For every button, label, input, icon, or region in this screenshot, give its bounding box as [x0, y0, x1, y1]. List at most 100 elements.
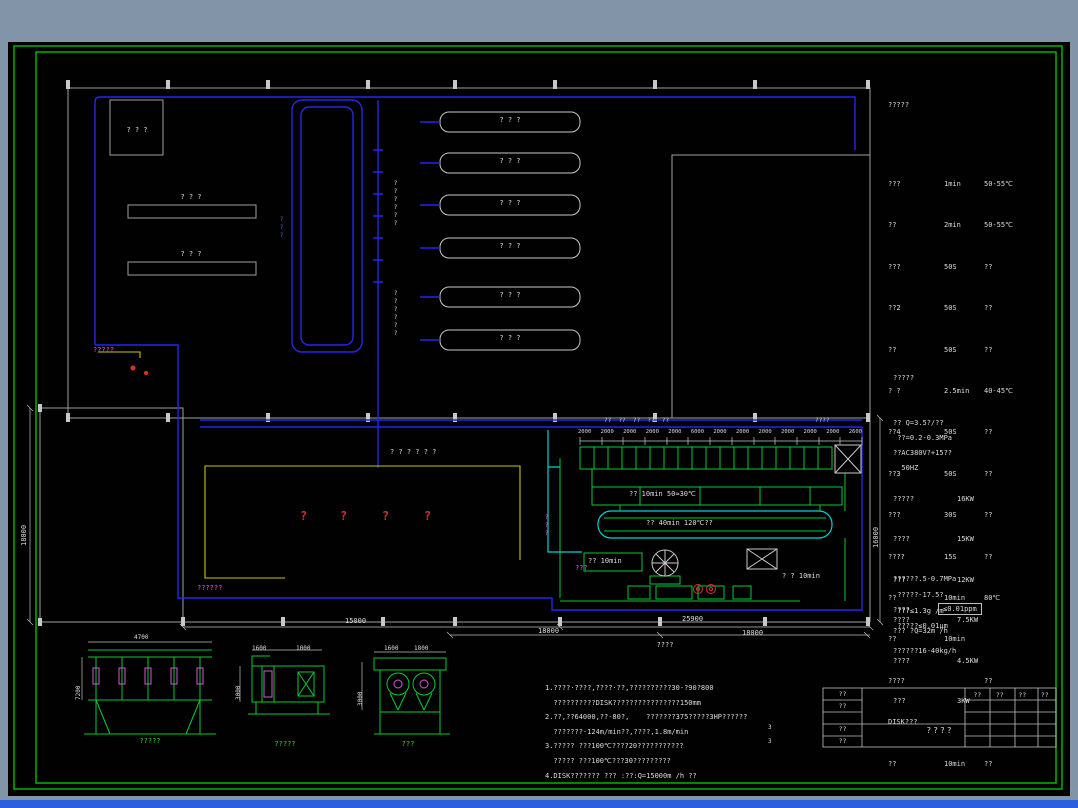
power-value: 12KW	[957, 575, 974, 584]
process-step-temp: 80℃	[984, 594, 1001, 603]
process-step-temp: ??	[984, 676, 993, 685]
segment-dim: 2000	[735, 429, 750, 435]
pink-drain-label: ???	[575, 564, 588, 572]
rack-label-2: ? ? ?	[180, 250, 202, 258]
process-step-name: ??2	[888, 304, 901, 313]
detail-magenta-parts	[92, 667, 429, 698]
note-superscript-b: 3	[768, 738, 772, 745]
detail2-top-dim-2: 1000	[296, 645, 311, 652]
segment-dim: 2000	[645, 429, 659, 435]
process-step-time: 2min	[944, 221, 961, 230]
title-block-top-cell: ??	[1018, 691, 1027, 699]
notes-lines: 1.????·????,????·??,??????????30-?90?800…	[545, 654, 747, 783]
segment-dim: 2000	[758, 429, 772, 435]
detail2-left-dim: 3000	[235, 685, 242, 700]
power-value: 7.5KW	[957, 616, 979, 625]
note-line: 4.DISK??????? ??? :??:Q=15000m /h ??	[545, 771, 697, 780]
process-step-time: 10min	[944, 759, 966, 768]
power-value: 15KW	[957, 535, 974, 544]
note-line: ??????????DISK????????????????150mm	[545, 698, 701, 707]
process-table-row: ??? 50S ??	[888, 260, 1013, 274]
process-table-row: ??? 1min 50-55℃	[888, 177, 1013, 191]
purity-label: ????	[893, 606, 910, 614]
tank-label: ? ? ?	[499, 199, 521, 207]
process-table-row: ?? 10min ??	[888, 757, 1013, 771]
red-markers	[130, 365, 716, 594]
process-step-temp: ??	[984, 552, 993, 561]
stage-end-label: ? ? 10min	[782, 572, 820, 580]
yellow-conveyor-path	[98, 351, 521, 579]
process-step-name: ??	[888, 759, 897, 768]
tank-label: ? ? ?	[499, 242, 521, 250]
question-marker: ?	[340, 509, 348, 523]
detail3-label: ???	[401, 740, 415, 748]
detail1-label: ?????	[139, 737, 161, 745]
pink-pump-label: ???	[543, 514, 550, 538]
note-line: 1.????·????,????·??,??????????30-?90?800	[545, 684, 714, 692]
power-name: ?????	[893, 495, 915, 503]
dim-bottom-25900: 25900	[682, 615, 704, 623]
dimension-lines	[26, 404, 884, 710]
process-step-time: 50S	[944, 262, 957, 271]
flow-spec-line: ??? ?Q=32m /h	[893, 627, 948, 635]
pipe-riser-label-2: ??????	[392, 290, 399, 338]
dim-left-vertical: 18000	[20, 524, 28, 546]
note-line: 2.??,??64000,??-80?, ???????375?????3HP?…	[545, 713, 748, 722]
power-row: ????? 16KW	[893, 493, 978, 506]
dim-right-vertical: 16000	[872, 526, 880, 548]
comb-ticks	[579, 437, 863, 445]
segment-dim: 2000	[600, 429, 614, 435]
tank-label: ? ? ?	[499, 291, 521, 299]
process-step-name: ???	[888, 180, 901, 188]
process-step-temp: ??	[984, 511, 993, 520]
detail3-top-dim-2: 1800	[414, 645, 429, 652]
note-line: 3.????? ???100℃????20???????????	[545, 742, 684, 751]
room-label: ? ? ?	[126, 126, 148, 134]
title-block-left-rows: ????????	[823, 689, 862, 748]
stage-wash-label: ?? 10min 50≈30℃	[629, 490, 696, 498]
piping-blue	[94, 96, 863, 611]
title-block-top-cell: ??	[973, 691, 982, 699]
dim-bottom-18000-b: 18000	[742, 629, 764, 637]
utility-line: ?? Q=3.5?/??	[893, 419, 944, 427]
utility-line: ??=0.2-0.3MPa	[893, 434, 953, 442]
process-step-temp: ??	[984, 262, 993, 271]
segment-dim: 2000	[623, 429, 637, 435]
segment-dim: 2000	[713, 429, 727, 435]
pipe-riser-label-blue: ???	[278, 216, 285, 240]
process-step-time: 50S	[944, 304, 957, 313]
process-table-row: ?? 50S ??	[888, 343, 1013, 357]
question-marker: ?	[382, 509, 390, 523]
title-block-top-cells: ????????	[966, 689, 1056, 701]
machine-top-row: ?? ?? ?? ?? ??	[604, 417, 670, 424]
process-table-title: ?????	[888, 101, 910, 109]
segment-dim: 2000	[826, 429, 840, 435]
process-table-row: ??2 50S ??	[888, 301, 1013, 315]
pipe-riser-label-1: ??????	[392, 180, 399, 228]
air-spec-lines: ??????.5-0.7MPa ?????-17.5? ???≤1.3g /m …	[893, 545, 956, 635]
title-block-left-cell: ??	[838, 690, 847, 698]
segment-dim: 6000	[690, 429, 705, 435]
title-block-top-cell: ??	[995, 691, 1004, 699]
segment-dim: 2600	[848, 429, 862, 435]
detail-structures	[84, 649, 450, 735]
title-block-left-cell: ??	[838, 725, 847, 734]
air-spec-line: ?????-17.5?	[893, 590, 944, 599]
building-outline	[39, 87, 871, 623]
process-step-temp: 40-45℃	[984, 387, 1013, 396]
power-name: ????	[893, 656, 910, 665]
detail2-top-dim-1: 1600	[252, 645, 267, 652]
process-step-temp: 50-55℃	[984, 221, 1013, 230]
process-step-temp: ??	[984, 345, 993, 354]
tank-label: ? ? ?	[499, 116, 521, 124]
title-block-left-cell	[823, 713, 862, 725]
segment-dim: 2000	[578, 429, 592, 435]
segment-dim: 2000	[803, 429, 817, 435]
note-line: ????? ???100℃???30?????????	[545, 756, 671, 765]
process-step-name: ??	[888, 221, 897, 230]
tank-label: ? ? ?	[499, 334, 521, 342]
title-block-top-cell: ??	[1040, 691, 1049, 699]
purity-value-box: ≤0.01ppm	[938, 603, 982, 615]
rack-label-1: ? ? ?	[180, 193, 202, 201]
process-step-temp: 50-55℃	[984, 180, 1013, 188]
